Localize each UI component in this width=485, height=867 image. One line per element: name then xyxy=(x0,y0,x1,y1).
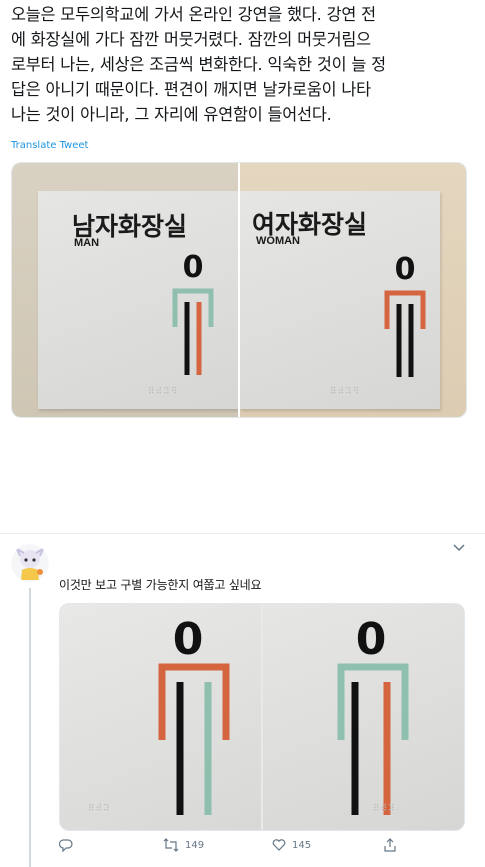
figure-head: 0 xyxy=(356,614,387,665)
figure-shoulders xyxy=(337,663,409,740)
reply-icon xyxy=(59,839,73,852)
share-action[interactable] xyxy=(383,838,397,852)
braille-dots: ⠿⠾⠽ xyxy=(373,804,396,814)
sign-subtitle: WOMAN xyxy=(256,235,300,247)
reply-photo-right[interactable]: 0 ⠿⠾⠽ xyxy=(263,604,464,830)
reply-text: 이것만 보고 구별 가능한지 여쭙고 싶네요 xyxy=(59,578,262,592)
photo-women-sign[interactable]: 여자화장실 WOMAN 0 ⠿⠾⠽⠻ xyxy=(240,163,466,417)
person-figure-icon: 0 xyxy=(384,252,426,377)
tweet-text: 오늘은 모두의학교에 가서 온라인 강연을 했다. 강연 전 에 화장실에 가다… xyxy=(11,5,386,124)
figure-head: 0 xyxy=(395,252,416,287)
sign-plate: 여자화장실 WOMAN 0 ⠿⠾⠽⠻ xyxy=(240,191,440,409)
figure-head: 0 xyxy=(183,250,204,285)
figure-shoulders xyxy=(158,663,230,740)
avatar-illustration-icon xyxy=(11,544,49,582)
translate-tweet-link[interactable]: Translate Tweet xyxy=(11,140,88,151)
chevron-down-icon[interactable] xyxy=(453,544,465,555)
reply-photo-grid[interactable]: 0 ⠿⠾⠽ 0 ⠿⠾⠽ xyxy=(59,603,465,831)
reply-photo-left[interactable]: 0 ⠿⠾⠽ xyxy=(60,604,261,830)
heart-icon xyxy=(272,839,286,851)
retweet-count: 149 xyxy=(185,839,205,851)
person-figure-icon: 0 xyxy=(337,614,409,815)
figure-shoulders xyxy=(384,290,426,329)
figure-shoulders xyxy=(172,288,214,327)
braille-dots: ⠿⠾⠽⠻ xyxy=(148,387,179,397)
tweet-actions: 149 145 xyxy=(59,838,459,858)
retweet-action[interactable]: 149 xyxy=(163,838,204,852)
braille-dots: ⠿⠾⠽ xyxy=(88,804,111,814)
retweet-icon xyxy=(163,838,179,852)
tweet-divider xyxy=(0,533,485,534)
sign-subtitle: MAN xyxy=(74,237,100,249)
tweet-photo-grid[interactable]: 남자화장실 MAN 0 ⠿⠾⠽⠻ 여자화장실 WOMAN 0 ⠿⠾⠽⠻ xyxy=(11,162,467,418)
thread-line xyxy=(29,588,31,867)
person-figure-icon: 0 xyxy=(172,250,214,375)
reply-action[interactable] xyxy=(59,838,79,852)
sign-plate: 남자화장실 MAN 0 ⠿⠾⠽⠻ xyxy=(38,191,238,409)
like-count: 145 xyxy=(292,839,312,851)
share-icon xyxy=(384,838,396,852)
person-figure-icon: 0 xyxy=(158,614,230,815)
like-action[interactable]: 145 xyxy=(272,838,311,852)
photo-men-sign[interactable]: 남자화장실 MAN 0 ⠿⠾⠽⠻ xyxy=(12,163,238,417)
avatar[interactable] xyxy=(11,544,49,582)
figure-head: 0 xyxy=(173,614,204,665)
braille-dots: ⠿⠾⠽⠻ xyxy=(330,387,361,397)
